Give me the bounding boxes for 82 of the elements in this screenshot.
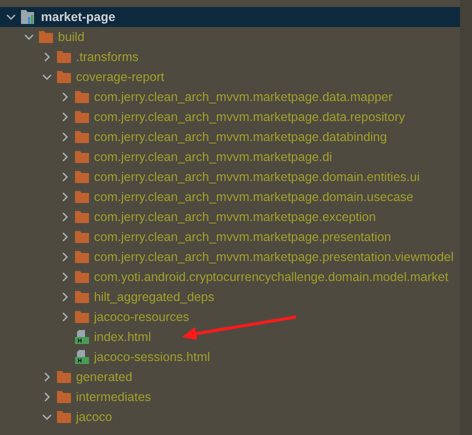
chevron-right-icon[interactable]: [60, 272, 70, 282]
tree-row[interactable]: intermediates: [0, 387, 460, 407]
tree-item-label: jacoco-resources: [94, 309, 190, 326]
tree-item-label: coverage-report: [76, 69, 164, 86]
tree-item-label: build: [58, 29, 84, 46]
module-folder-icon: [21, 10, 36, 24]
tree-row[interactable]: market-page: [0, 7, 460, 27]
folder-icon: [75, 131, 89, 143]
folder-icon: [75, 91, 89, 103]
chevron-right-icon[interactable]: [60, 172, 70, 182]
chevron-right-icon[interactable]: [60, 232, 70, 242]
chevron-right-icon[interactable]: [60, 212, 70, 222]
chevron-right-icon[interactable]: [60, 312, 70, 322]
tree-item-label: com.jerry.clean_arch_mvvm.marketpage.presentation.viewmodel: [94, 249, 454, 266]
chevron-down-icon[interactable]: [42, 412, 52, 422]
tree-row[interactable]: jacoco: [0, 407, 460, 427]
tree-row[interactable]: hilt_aggregated_deps: [0, 287, 460, 307]
tree-row[interactable]: com.jerry.clean_arch_mvvm.marketpage.exception: [0, 207, 460, 227]
tree-item-label: intermediates: [76, 389, 152, 406]
folder-icon: [75, 271, 89, 283]
tree-row[interactable]: index.html: [0, 327, 460, 347]
folder-icon: [75, 311, 89, 323]
tree-row[interactable]: build: [0, 27, 460, 47]
folder-icon: [75, 231, 89, 243]
folder-icon: [75, 111, 89, 123]
tree-item-label: jacoco: [76, 409, 112, 426]
chevron-down-icon[interactable]: [6, 12, 16, 22]
tree-row[interactable]: jacoco-resources: [0, 307, 460, 327]
tree-item-label: com.jerry.clean_arch_mvvm.marketpage.di: [94, 149, 332, 166]
chevron-right-icon[interactable]: [42, 392, 52, 402]
folder-icon: [75, 251, 89, 263]
tree-row[interactable]: com.jerry.clean_arch_mvvm.marketpage.databinding: [0, 127, 460, 147]
tree-row[interactable]: com.jerry.clean_arch_mvvm.marketpage.di: [0, 147, 460, 167]
tree-row[interactable]: jacoco-sessions.html: [0, 347, 460, 367]
tree-row[interactable]: generated: [0, 367, 460, 387]
tree-row[interactable]: .transforms: [0, 47, 460, 67]
folder-icon: [75, 171, 89, 183]
tree-row[interactable]: coverage-report: [0, 67, 460, 87]
tree-row[interactable]: com.yoti.android.cryptocurrencychallenge.domain.model.market: [0, 267, 460, 287]
tree-item-label: .transforms: [76, 49, 139, 66]
tree-item-label: index.html: [94, 329, 151, 346]
tree-item-label: com.yoti.android.cryptocurrencychallenge.domain.model.market: [94, 269, 448, 286]
tree-item-label: com.jerry.clean_arch_mvvm.marketpage.databinding: [94, 129, 387, 146]
chevron-right-icon[interactable]: [60, 152, 70, 162]
tree-item-label: com.jerry.clean_arch_mvvm.marketpage.data.mapper: [94, 89, 393, 106]
folder-icon: [75, 211, 89, 223]
chevron-right-icon[interactable]: [42, 52, 52, 62]
tree-item-label: generated: [76, 369, 132, 386]
folder-icon: [39, 31, 53, 43]
chevron-down-icon[interactable]: [24, 32, 34, 42]
folder-icon: [57, 51, 71, 63]
chevron-right-icon[interactable]: [60, 252, 70, 262]
html-file-icon: [75, 330, 89, 344]
folder-icon: [57, 71, 71, 83]
tree-item-label: com.jerry.clean_arch_mvvm.marketpage.presentation: [94, 229, 392, 246]
tree-row[interactable]: com.jerry.clean_arch_mvvm.marketpage.domain.entities.ui: [0, 167, 460, 187]
tree-row[interactable]: com.jerry.clean_arch_mvvm.marketpage.presentation.viewmodel: [0, 247, 460, 267]
chevron-right-icon[interactable]: [60, 192, 70, 202]
chevron-right-icon[interactable]: [60, 132, 70, 142]
folder-icon: [75, 151, 89, 163]
folder-icon: [75, 291, 89, 303]
tree-row[interactable]: com.jerry.clean_arch_mvvm.marketpage.data.repository: [0, 107, 460, 127]
tree-item-label: hilt_aggregated_deps: [94, 289, 214, 306]
tree-row[interactable]: com.jerry.clean_arch_mvvm.marketpage.data.mapper: [0, 87, 460, 107]
folder-icon: [57, 371, 71, 383]
folder-icon: [75, 191, 89, 203]
chevron-right-icon[interactable]: [60, 92, 70, 102]
tree-item-label: jacoco-sessions.html: [94, 349, 210, 366]
tree-item-label: market-page: [41, 9, 116, 26]
html-file-icon: [75, 350, 89, 364]
tree-item-label: com.jerry.clean_arch_mvvm.marketpage.domain.usecase: [94, 189, 414, 206]
tree-row[interactable]: com.jerry.clean_arch_mvvm.marketpage.domain.usecase: [0, 187, 460, 207]
chevron-right-icon[interactable]: [42, 372, 52, 382]
chevron-right-icon[interactable]: [60, 112, 70, 122]
folder-icon: [57, 391, 71, 403]
chevron-down-icon[interactable]: [42, 72, 52, 82]
tree-row[interactable]: com.jerry.clean_arch_mvvm.marketpage.presentation: [0, 227, 460, 247]
tree-item-label: com.jerry.clean_arch_mvvm.marketpage.data.repository: [94, 109, 406, 126]
chevron-right-icon[interactable]: [60, 292, 70, 302]
tree-item-label: com.jerry.clean_arch_mvvm.marketpage.exception: [94, 209, 376, 226]
tree-item-label: com.jerry.clean_arch_mvvm.marketpage.domain.entities.ui: [94, 169, 420, 186]
folder-icon: [57, 411, 71, 423]
